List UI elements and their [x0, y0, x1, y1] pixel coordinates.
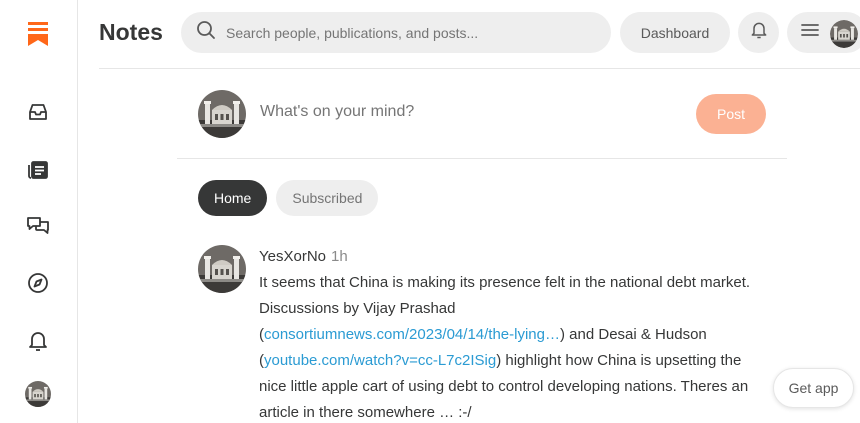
- composer-divider: [177, 158, 787, 159]
- account-avatar: [830, 20, 858, 48]
- account-menu-button[interactable]: [787, 12, 860, 53]
- note-text-part: ) and Desai & Hudson: [560, 326, 707, 343]
- feed-tabs: Home Subscribed: [198, 180, 379, 216]
- hamburger-menu-icon: [801, 23, 819, 42]
- note-link-consortiumnews[interactable]: consortiumnews.com/2023/04/14/the-lying…: [264, 326, 560, 343]
- top-bar: Notes Dashboard: [78, 0, 860, 68]
- post-button[interactable]: Post: [696, 94, 766, 134]
- page-title: Notes: [99, 19, 163, 45]
- dashboard-button[interactable]: Dashboard: [620, 12, 730, 53]
- note-text: It seems that China is making its presen…: [259, 270, 769, 423]
- note-text-part: It seems that China is making its presen…: [259, 274, 751, 317]
- sidebar: [0, 0, 78, 423]
- search-bar[interactable]: [181, 12, 611, 53]
- composer-input[interactable]: [260, 103, 660, 121]
- bell-icon: [749, 19, 769, 46]
- reader-icon[interactable]: [22, 154, 54, 186]
- note-link-youtube[interactable]: youtube.com/watch?v=cc-L7c2ISig: [264, 352, 496, 369]
- search-icon: [196, 20, 216, 45]
- notifications-bell-icon[interactable]: [22, 325, 54, 357]
- inbox-icon[interactable]: [22, 96, 54, 128]
- tab-subscribed[interactable]: Subscribed: [276, 180, 379, 216]
- note-author[interactable]: YesXorNo: [259, 248, 326, 265]
- author-avatar[interactable]: [198, 245, 246, 293]
- chat-icon[interactable]: [22, 210, 54, 242]
- profile-avatar[interactable]: [22, 378, 54, 410]
- get-app-button[interactable]: Get app: [773, 368, 854, 408]
- explore-icon[interactable]: [22, 267, 54, 299]
- note-composer: Post: [198, 88, 768, 140]
- composer-avatar: [198, 90, 246, 138]
- note-body: YesXorNo 1h It seems that China is making…: [259, 247, 769, 423]
- notifications-button[interactable]: [738, 12, 779, 53]
- header-divider: [99, 68, 860, 69]
- search-input[interactable]: [226, 24, 606, 41]
- tab-home[interactable]: Home: [198, 180, 268, 216]
- substack-logo-icon[interactable]: [22, 18, 54, 50]
- note-header: YesXorNo 1h: [259, 247, 769, 267]
- note-timestamp[interactable]: 1h: [331, 248, 348, 265]
